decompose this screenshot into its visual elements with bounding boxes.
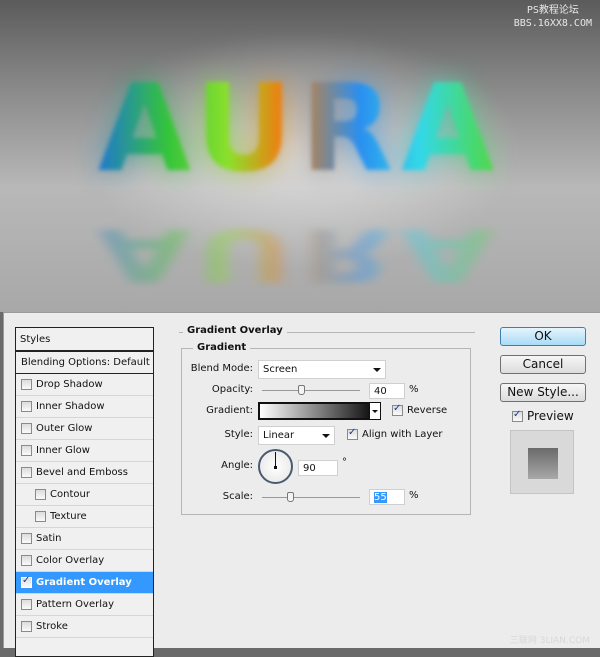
angle-dial[interactable] [258, 449, 293, 484]
style-item-inner-shadow[interactable]: Inner Shadow [16, 396, 153, 418]
style-preview [510, 430, 574, 494]
style-item-label: Pattern Overlay [36, 599, 115, 610]
checkbox-icon[interactable] [21, 467, 32, 478]
gradient-dropdown[interactable] [369, 402, 381, 420]
angle-needle [275, 452, 276, 467]
aura-text: AURA [0, 60, 600, 199]
checkbox-icon[interactable] [21, 423, 32, 434]
style-item-gradient-overlay[interactable]: Gradient Overlay [16, 572, 153, 594]
style-item-label: Gradient Overlay [36, 577, 132, 588]
style-select[interactable]: Linear [258, 426, 335, 445]
style-item-label: Texture [50, 511, 87, 522]
style-item-stroke[interactable]: Stroke [16, 616, 153, 638]
aura-reflection: AURA [0, 213, 600, 296]
checkbox-icon[interactable] [21, 575, 32, 588]
gradient-picker[interactable] [258, 402, 381, 420]
opacity-label: Opacity: [211, 384, 253, 395]
angle-input[interactable]: 90 [298, 460, 338, 476]
style-item-outer-glow[interactable]: Outer Glow [16, 418, 153, 440]
style-item-label: Stroke [36, 621, 68, 632]
style-item-inner-glow[interactable]: Inner Glow [16, 440, 153, 462]
artwork-canvas: AURA AURA AURA PS教程论坛BBS.16XX8.COM [0, 0, 600, 312]
opacity-slider[interactable] [262, 385, 360, 395]
ok-button[interactable]: OK [500, 327, 586, 346]
checkbox-icon[interactable] [21, 533, 32, 544]
style-item-label: Drop Shadow [36, 379, 103, 390]
blending-options[interactable]: Blending Options: Default [16, 352, 153, 374]
style-item-label: Bevel and Emboss [36, 467, 128, 478]
checkbox-icon[interactable] [35, 511, 46, 522]
style-item-label: Inner Shadow [36, 401, 105, 412]
align-label: Align with Layer [362, 429, 443, 440]
scale-label: Scale: [222, 491, 253, 502]
styles-list: Styles Blending Options: Default Drop Sh… [15, 327, 154, 657]
opacity-slider-thumb[interactable] [298, 385, 305, 395]
preview-label: Preview [527, 409, 574, 423]
preview-swatch [528, 448, 558, 479]
reverse-label: Reverse [407, 405, 448, 416]
checkbox-icon[interactable] [21, 599, 32, 610]
checkbox-icon[interactable] [35, 489, 46, 500]
opacity-input[interactable]: 40 [369, 383, 405, 399]
checkbox-icon[interactable] [21, 445, 32, 456]
blend-mode-select[interactable]: Screen [258, 360, 386, 379]
checkbox-icon [347, 427, 358, 440]
style-item-label: Outer Glow [36, 423, 93, 434]
chevron-down-icon [322, 434, 330, 438]
cancel-button[interactable]: Cancel [500, 355, 586, 374]
checkbox-icon [392, 403, 403, 416]
checkbox-icon [512, 409, 523, 422]
scale-slider-thumb[interactable] [287, 492, 294, 502]
scale-slider[interactable] [262, 492, 360, 502]
style-item-texture[interactable]: Texture [16, 506, 153, 528]
watermark-bottom: 三联网 3LIAN.COM [509, 636, 590, 646]
checkbox-icon[interactable] [21, 621, 32, 632]
styles-header[interactable]: Styles [16, 328, 153, 352]
checkbox-icon[interactable] [21, 379, 32, 390]
watermark-line2: BBS.16XX8.COM [513, 18, 592, 29]
chevron-down-icon [372, 410, 378, 413]
style-item-pattern-overlay[interactable]: Pattern Overlay [16, 594, 153, 616]
reverse-checkbox[interactable]: Reverse [392, 403, 448, 416]
scale-input[interactable]: 55 [369, 489, 405, 505]
style-item-satin[interactable]: Satin [16, 528, 153, 550]
panel-title: Gradient Overlay [183, 325, 287, 336]
scale-unit: % [409, 490, 419, 501]
layer-style-dialog: Styles Blending Options: Default Drop Sh… [3, 312, 600, 657]
align-with-layer-checkbox[interactable]: Align with Layer [347, 427, 443, 440]
style-item-label: Contour [50, 489, 90, 500]
preview-checkbox[interactable]: Preview [512, 409, 574, 423]
gradient-group-title: Gradient [193, 342, 251, 353]
blend-mode-label: Blend Mode: [190, 363, 253, 374]
opacity-unit: % [409, 384, 419, 395]
angle-center [274, 466, 277, 469]
style-item-color-overlay[interactable]: Color Overlay [16, 550, 153, 572]
angle-unit: ° [342, 457, 347, 468]
watermark: PS教程论坛 BBS.16XX8.COM [514, 4, 592, 30]
style-item-contour[interactable]: Contour [16, 484, 153, 506]
checkbox-icon[interactable] [21, 555, 32, 566]
style-value: Linear [263, 430, 295, 441]
chevron-down-icon [373, 368, 381, 372]
gradient-label: Gradient: [206, 405, 253, 416]
style-item-label: Color Overlay [36, 555, 105, 566]
scale-value: 55 [374, 492, 387, 503]
blend-mode-value: Screen [263, 364, 298, 375]
new-style-button[interactable]: New Style... [500, 383, 586, 402]
style-item-label: Inner Glow [36, 445, 90, 456]
style-item-drop-shadow[interactable]: Drop Shadow [16, 374, 153, 396]
style-item-bevel-and-emboss[interactable]: Bevel and Emboss [16, 462, 153, 484]
style-item-label: Satin [36, 533, 62, 544]
style-label: Style: [224, 429, 254, 440]
watermark-line1: PS教程论坛 [526, 5, 579, 16]
checkbox-icon[interactable] [21, 401, 32, 412]
angle-label: Angle: [221, 460, 253, 471]
